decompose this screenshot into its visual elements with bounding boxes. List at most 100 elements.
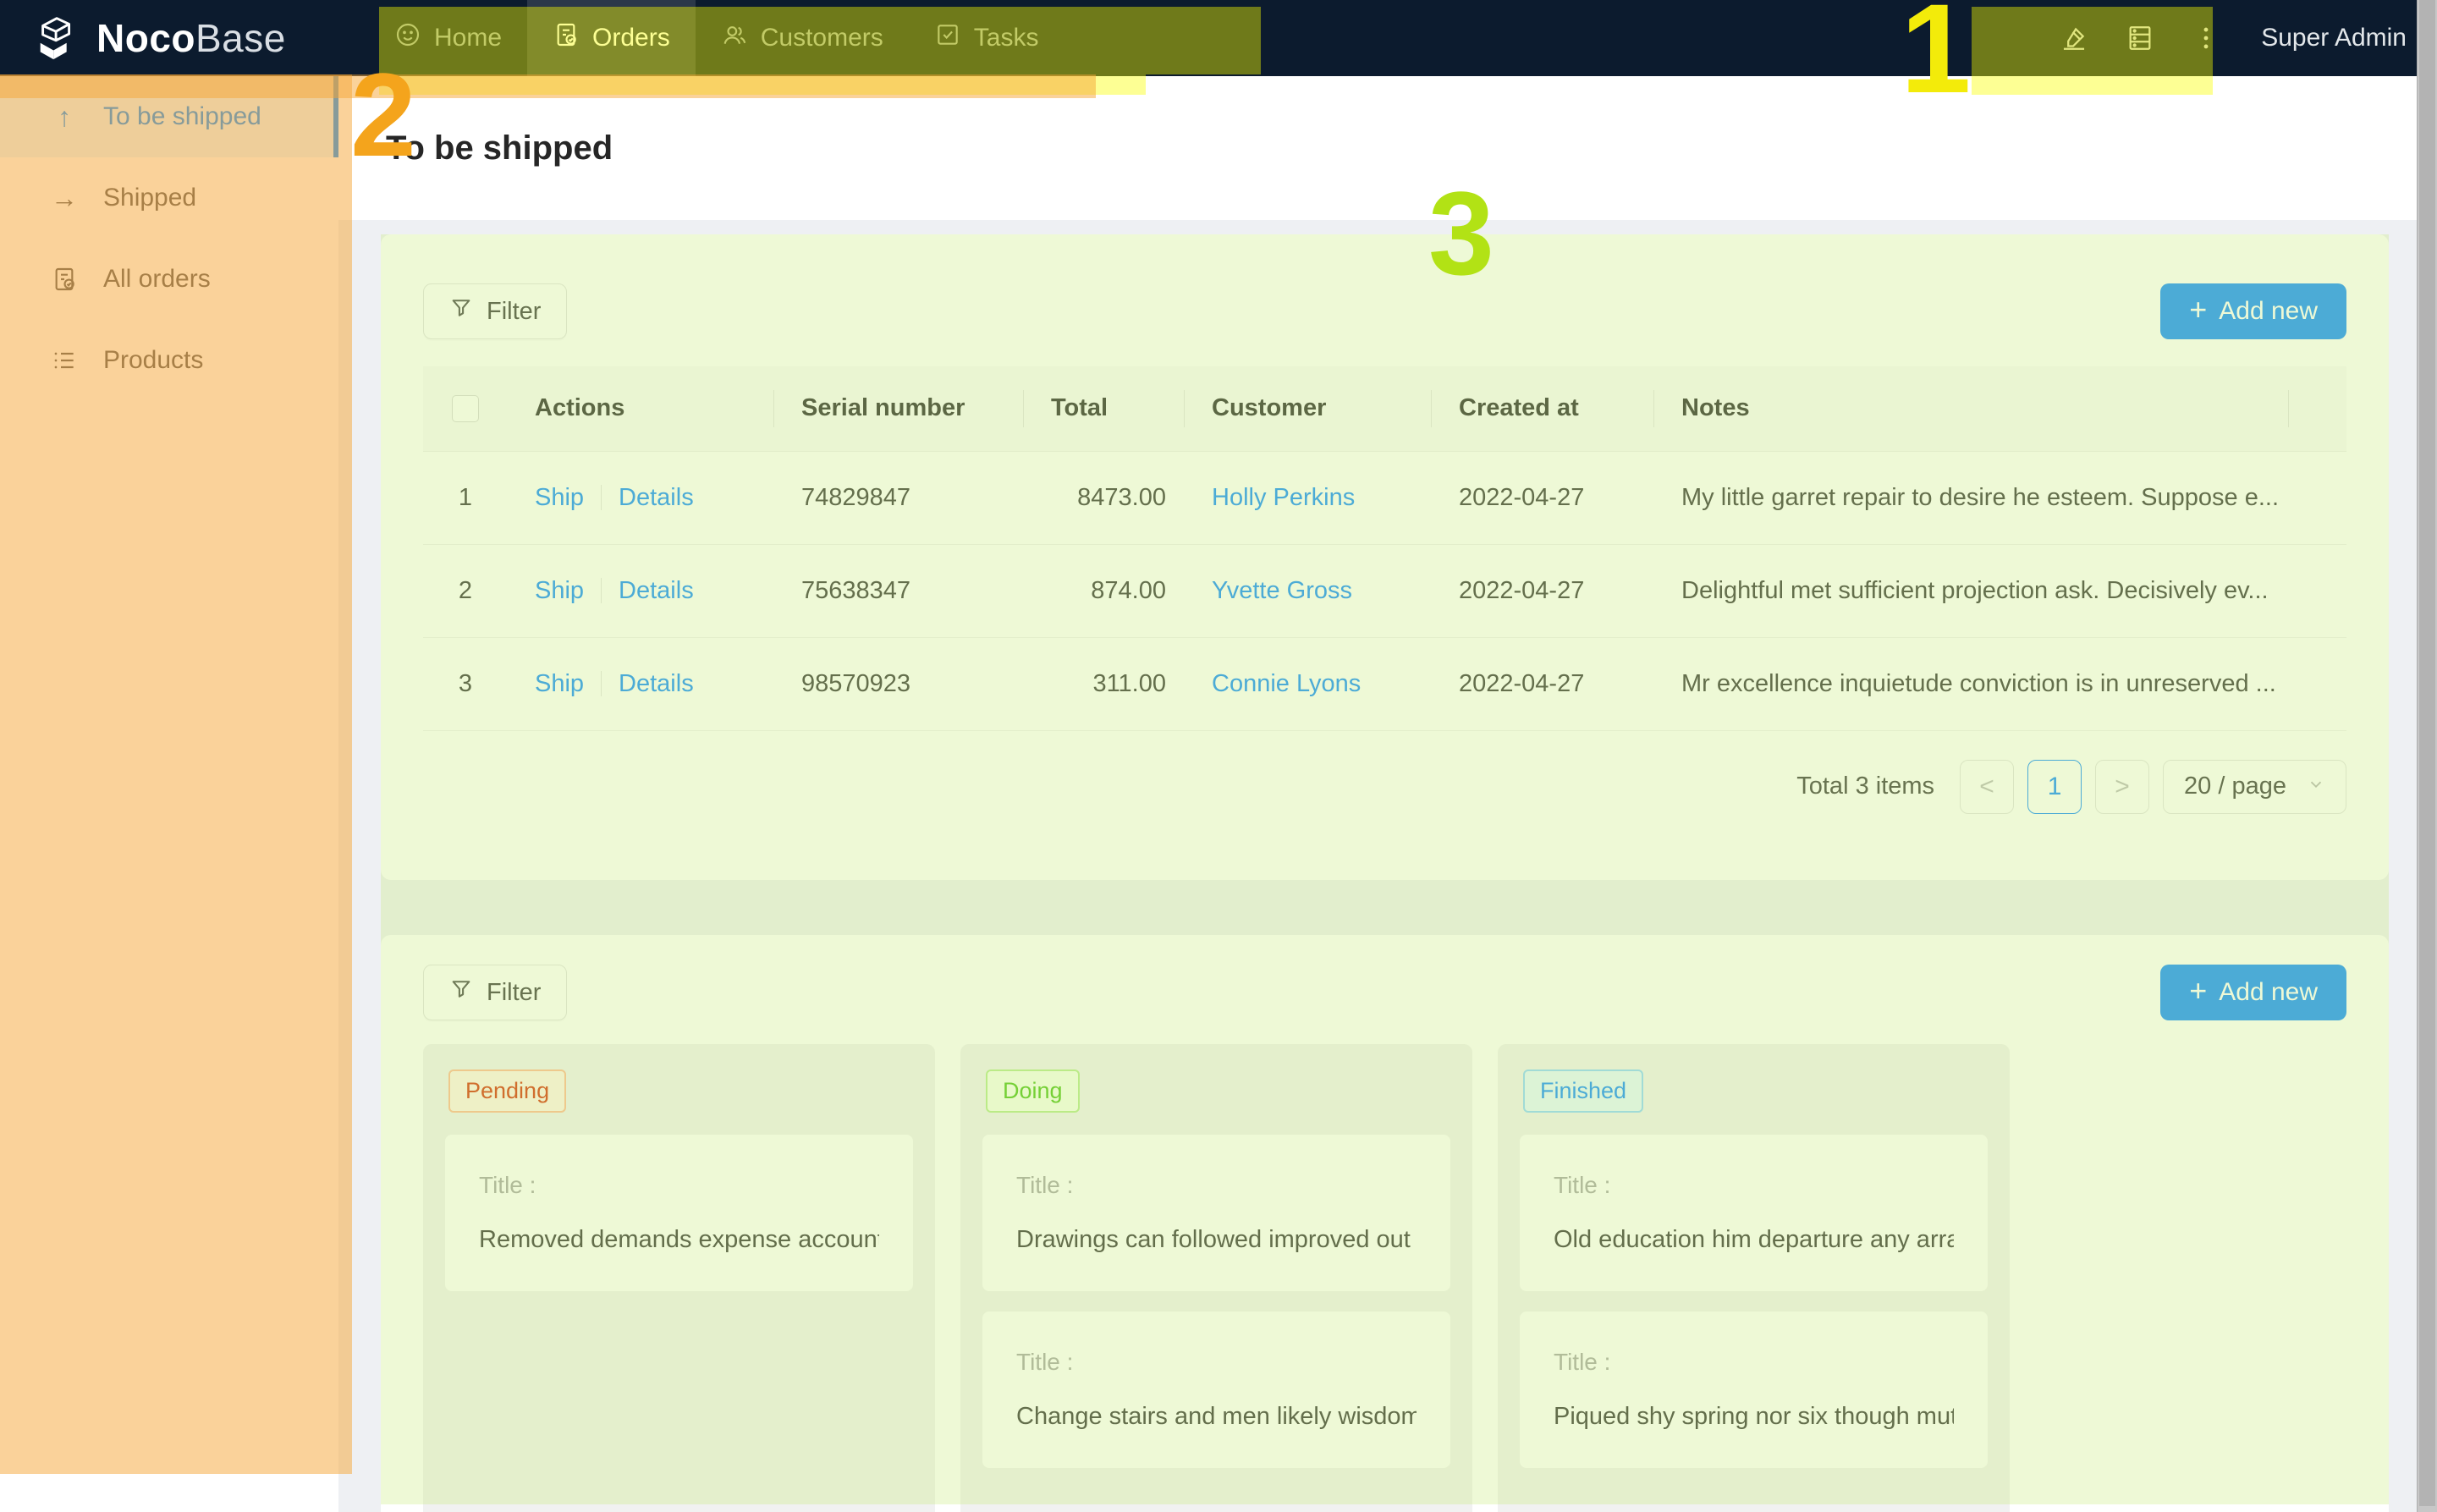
orders-icon [553,21,580,55]
filter-button[interactable]: Filter [423,283,567,339]
status-badge: Pending [448,1069,566,1113]
row-index[interactable]: 2 [423,544,508,637]
pagination-next-button[interactable]: > [2095,760,2149,814]
table-row: 1 ShipDetails 74829847 8473.00 Holly Per… [423,451,2346,544]
chevron-down-icon [2307,772,2325,800]
kanban-task-card[interactable]: Title : Drawings can followed improved o… [982,1135,1450,1291]
add-new-button-label: Add new [2219,297,2318,326]
tab-home-label: Home [434,24,502,52]
orders-table: Actions Serial number Total Customer Cre… [423,366,2346,731]
tasks-icon [934,21,961,55]
card-field-value: Old education him departure any arra... [1554,1226,1954,1254]
details-link[interactable]: Details [619,670,694,698]
sidebar-item-shipped[interactable]: → Shipped [0,157,338,239]
ship-link[interactable]: Ship [535,670,584,698]
card-field-label: Title : [1016,1349,1417,1376]
row-index[interactable]: 3 [423,637,508,730]
cell-notes: Mr excellence inquietude conviction is i… [1654,637,2289,730]
kanban-task-card[interactable]: Title : Removed demands expense account … [445,1135,913,1291]
kanban-task-card[interactable]: Title : Change stairs and men likely wis… [982,1311,1450,1468]
card-field-label: Title : [1554,1172,1954,1199]
page-size-value: 20 / page [2184,772,2286,800]
card-field-value: Change stairs and men likely wisdom ... [1016,1403,1417,1431]
column-header-notes[interactable]: Notes [1654,366,2289,451]
sidebar-item-products[interactable]: Products [0,320,338,401]
customer-link[interactable]: Connie Lyons [1212,670,1361,697]
database-icon[interactable] [2107,0,2173,76]
ship-link[interactable]: Ship [535,577,584,605]
top-navbar: NocoBase Home Orders Customers [0,0,2437,76]
plus-icon: + [2189,294,2207,325]
scrollbar-thumb[interactable] [2419,0,2435,1506]
card-field-label: Title : [1554,1349,1954,1376]
pagination-total: Total 3 items [1796,772,1934,800]
filter-button-label: Filter [487,979,541,1007]
sidebar: ↑ To be shipped → Shipped All orders Pro… [0,76,338,1512]
tab-customers[interactable]: Customers [696,0,909,76]
cell-total: 874.00 [1024,544,1185,637]
status-badge: Doing [986,1069,1080,1113]
kanban-column-doing: Doing Title : Drawings can followed impr… [960,1044,1472,1512]
filter-button-label: Filter [487,298,541,326]
table-header-row: Actions Serial number Total Customer Cre… [423,366,2346,451]
plus-icon: + [2189,976,2207,1006]
user-menu[interactable]: Super Admin [2261,24,2407,52]
table-row: 2 Ship Details 75638347 874.00 Yvette Gro… [423,544,2346,637]
column-header-actions[interactable]: Actions [508,366,774,451]
add-new-button[interactable]: + Add new [2160,965,2346,1020]
sidebar-item-label: Products [103,346,203,375]
kanban-column-pending: Pending Title : Removed demands expense … [423,1044,935,1512]
list-icon [49,347,80,374]
column-header-total[interactable]: Total [1024,366,1185,451]
add-new-button[interactable]: + Add new [2160,283,2346,339]
cell-total: 8473.00 [1024,451,1185,544]
customer-link[interactable]: Yvette Gross [1212,577,1352,604]
column-header-serial[interactable]: Serial number [774,366,1024,451]
row-index[interactable]: 1 [423,451,508,544]
tab-customers-label: Customers [761,24,883,52]
tab-orders[interactable]: Orders [527,0,696,76]
kanban-task-card[interactable]: Title : Old education him departure any … [1520,1135,1988,1291]
kanban-board: Pending Title : Removed demands expense … [423,1044,2346,1512]
main-menu: Home Orders Customers Tasks [369,0,1064,76]
tab-tasks-label: Tasks [974,24,1039,52]
cell-serial: 75638347 [774,544,1024,637]
card-field-label: Title : [1016,1172,1417,1199]
sidebar-item-to-be-shipped[interactable]: ↑ To be shipped [0,76,338,157]
nocobase-logo[interactable]: NocoBase [0,0,369,76]
card-field-label: Title : [479,1172,879,1199]
column-header-customer[interactable]: Customer [1185,366,1432,451]
orders-table-card: Filter + Add new Actions Serial number [381,234,2389,880]
cell-created: 2022-04-27 [1432,544,1654,637]
sidebar-item-all-orders[interactable]: All orders [0,239,338,320]
vertical-scrollbar[interactable] [2417,0,2437,1512]
customer-link[interactable]: Holly Perkins [1212,484,1355,511]
details-link[interactable]: Details [619,484,694,512]
cell-notes: Delightful met sufficient projection ask… [1654,544,2289,637]
tab-tasks[interactable]: Tasks [909,0,1064,76]
funnel-icon [449,977,473,1008]
pagination-page-1[interactable]: 1 [2027,760,2082,814]
nocobase-logo-icon [32,10,85,67]
more-menu-icon[interactable] [2173,0,2239,76]
add-new-button-label: Add new [2219,978,2318,1007]
sidebar-item-label: Shipped [103,184,196,212]
details-link[interactable]: Details [619,577,694,605]
page-size-select[interactable]: 20 / page [2163,760,2346,814]
divider [601,671,602,696]
select-all-checkbox[interactable] [452,395,479,422]
ship-link[interactable]: Ship [535,484,584,512]
pagination: Total 3 items < 1 > 20 / page [423,760,2346,814]
tasks-toolbar: Filter + Add new [423,965,2346,1020]
smiley-icon [394,21,421,55]
content-block: Filter + Add new Actions Serial number [381,234,2389,1512]
highlighter-icon[interactable] [2041,0,2107,76]
sidebar-item-label: To be shipped [103,102,261,131]
filter-button[interactable]: Filter [423,965,567,1020]
nocobase-logo-text: NocoBase [96,15,286,61]
column-header-created[interactable]: Created at [1432,366,1654,451]
tab-home[interactable]: Home [369,0,527,76]
kanban-task-card[interactable]: Title : Piqued shy spring nor six though… [1520,1311,1988,1468]
divider [601,578,602,603]
pagination-prev-button[interactable]: < [1960,760,2014,814]
